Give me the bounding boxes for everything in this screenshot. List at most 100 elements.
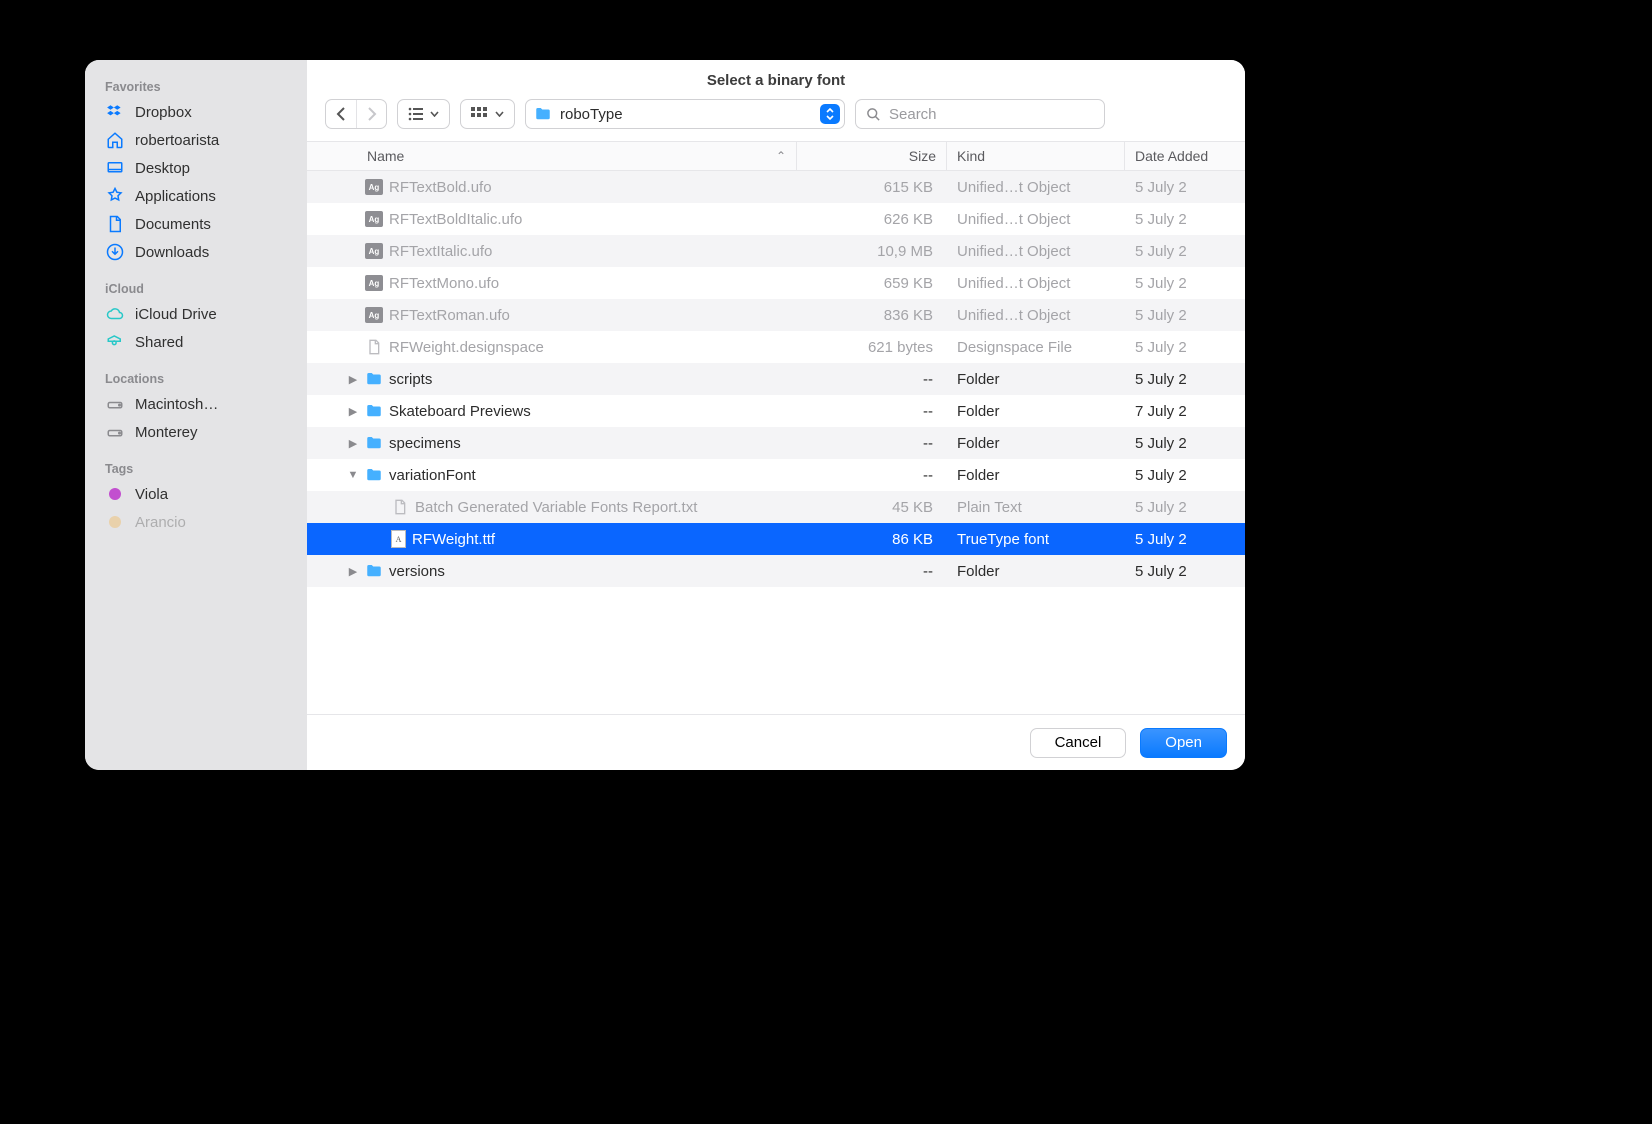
column-kind[interactable]: Kind: [947, 142, 1125, 170]
nav-buttons: [325, 99, 387, 129]
cloud-icon: [105, 304, 125, 324]
cell-kind: Unified…t Object: [947, 243, 1125, 260]
folder-icon: [365, 370, 383, 388]
sidebar: Favorites Dropbox robertoarista Desktop …: [85, 60, 307, 770]
sidebar-item-disk-2[interactable]: Monterey: [85, 418, 307, 446]
cell-name: RFWeight.designspace: [307, 338, 797, 356]
sidebar-item-tag-2[interactable]: Arancio: [85, 508, 307, 536]
sidebar-item-disk-1[interactable]: Macintosh…: [85, 390, 307, 418]
cell-kind: Unified…t Object: [947, 211, 1125, 228]
disclosure-triangle-icon[interactable]: ▼: [347, 469, 359, 481]
file-row[interactable]: AgRFTextMono.ufo659 KBUnified…t Object5 …: [307, 267, 1245, 299]
forward-button[interactable]: [356, 100, 386, 128]
sidebar-item-applications[interactable]: Applications: [85, 182, 307, 210]
sidebar-item-desktop[interactable]: Desktop: [85, 154, 307, 182]
file-row[interactable]: RFWeight.designspace621 bytesDesignspace…: [307, 331, 1245, 363]
cell-name: ▶Skateboard Previews: [307, 402, 797, 420]
doc-icon: [105, 214, 125, 234]
cell-size: 621 bytes: [797, 339, 947, 356]
chevron-left-icon: [335, 107, 347, 121]
file-open-dialog: Favorites Dropbox robertoarista Desktop …: [85, 60, 1245, 770]
tag-orange-icon: [105, 512, 125, 532]
list-view-button[interactable]: [397, 99, 450, 129]
file-list[interactable]: AgRFTextBold.ufo615 KBUnified…t Object5 …: [307, 171, 1245, 714]
download-icon: [105, 242, 125, 262]
search-icon: [866, 107, 881, 122]
cell-name: ▶versions: [307, 562, 797, 580]
apps-icon: [105, 186, 125, 206]
cell-size: --: [797, 371, 947, 388]
column-date[interactable]: Date Added: [1125, 142, 1245, 170]
file-name: RFTextBold.ufo: [389, 179, 492, 196]
sidebar-item-documents[interactable]: Documents: [85, 210, 307, 238]
file-name: RFTextMono.ufo: [389, 275, 499, 292]
document-icon: [365, 338, 383, 356]
column-size[interactable]: Size: [797, 142, 947, 170]
cell-kind: Unified…t Object: [947, 179, 1125, 196]
file-row[interactable]: AgRFTextBold.ufo615 KBUnified…t Object5 …: [307, 171, 1245, 203]
sidebar-item-label: Monterey: [135, 424, 198, 441]
dropbox-icon: [105, 102, 125, 122]
ufo-icon: Ag: [365, 243, 383, 259]
file-row[interactable]: AgRFTextItalic.ufo10,9 MBUnified…t Objec…: [307, 235, 1245, 267]
column-name[interactable]: Name ⌃: [307, 142, 797, 170]
cell-date: 7 July 2: [1125, 403, 1245, 420]
file-row[interactable]: ▶Skateboard Previews--Folder7 July 2: [307, 395, 1245, 427]
file-name: RFTextBoldItalic.ufo: [389, 211, 522, 228]
cell-date: 5 July 2: [1125, 243, 1245, 260]
cell-date: 5 July 2: [1125, 371, 1245, 388]
disclosure-triangle-icon[interactable]: ▶: [347, 405, 359, 418]
sidebar-item-label: Desktop: [135, 160, 190, 177]
file-name: RFTextRoman.ufo: [389, 307, 510, 324]
file-row[interactable]: ARFWeight.ttf86 KBTrueType font5 July 2: [307, 523, 1245, 555]
back-button[interactable]: [326, 100, 356, 128]
cell-size: --: [797, 403, 947, 420]
columns-header: Name ⌃ Size Kind Date Added: [307, 141, 1245, 171]
disclosure-triangle-icon[interactable]: ▶: [347, 373, 359, 386]
file-row[interactable]: ▼variationFont--Folder5 July 2: [307, 459, 1245, 491]
file-row[interactable]: AgRFTextBoldItalic.ufo626 KBUnified…t Ob…: [307, 203, 1245, 235]
sidebar-item-home[interactable]: robertoarista: [85, 126, 307, 154]
cell-kind: Folder: [947, 371, 1125, 388]
main-panel: Select a binary font roboType: [307, 60, 1245, 770]
sidebar-item-label: Downloads: [135, 244, 209, 261]
sidebar-section-icloud: iCloud: [85, 276, 307, 300]
file-row[interactable]: ▶specimens--Folder5 July 2: [307, 427, 1245, 459]
path-label: roboType: [560, 106, 812, 123]
file-name: RFWeight.designspace: [389, 339, 544, 356]
disclosure-triangle-icon[interactable]: ▶: [347, 437, 359, 450]
file-row[interactable]: Batch Generated Variable Fonts Report.tx…: [307, 491, 1245, 523]
sidebar-item-icloud-drive[interactable]: iCloud Drive: [85, 300, 307, 328]
sidebar-item-label: Applications: [135, 188, 216, 205]
sidebar-item-downloads[interactable]: Downloads: [85, 238, 307, 266]
disclosure-triangle-icon[interactable]: ▶: [347, 565, 359, 578]
ufo-icon: Ag: [365, 179, 383, 195]
cell-kind: Folder: [947, 435, 1125, 452]
cell-kind: Unified…t Object: [947, 307, 1125, 324]
open-button[interactable]: Open: [1140, 728, 1227, 758]
file-row[interactable]: AgRFTextRoman.ufo836 KBUnified…t Object5…: [307, 299, 1245, 331]
cell-kind: TrueType font: [947, 531, 1125, 548]
sidebar-item-label: robertoarista: [135, 132, 219, 149]
search-input[interactable]: Search: [855, 99, 1105, 129]
sidebar-item-label: Documents: [135, 216, 211, 233]
dialog-title: Select a binary font: [307, 60, 1245, 99]
file-name: scripts: [389, 371, 432, 388]
home-icon: [105, 130, 125, 150]
cell-size: 10,9 MB: [797, 243, 947, 260]
sidebar-item-shared[interactable]: Shared: [85, 328, 307, 356]
sidebar-item-label: Arancio: [135, 514, 186, 531]
sort-indicator-icon: ⌃: [776, 149, 786, 163]
sidebar-item-dropbox[interactable]: Dropbox: [85, 98, 307, 126]
cancel-button[interactable]: Cancel: [1030, 728, 1127, 758]
cell-name: ▶specimens: [307, 434, 797, 452]
cell-date: 5 July 2: [1125, 499, 1245, 516]
cell-date: 5 July 2: [1125, 179, 1245, 196]
sidebar-item-tag-1[interactable]: Viola: [85, 480, 307, 508]
tag-purple-icon: [105, 484, 125, 504]
cell-kind: Unified…t Object: [947, 275, 1125, 292]
path-popup[interactable]: roboType: [525, 99, 845, 129]
group-view-button[interactable]: [460, 99, 515, 129]
file-row[interactable]: ▶ scripts --Folder5 July 2: [307, 363, 1245, 395]
file-row[interactable]: ▶versions--Folder5 July 2: [307, 555, 1245, 587]
